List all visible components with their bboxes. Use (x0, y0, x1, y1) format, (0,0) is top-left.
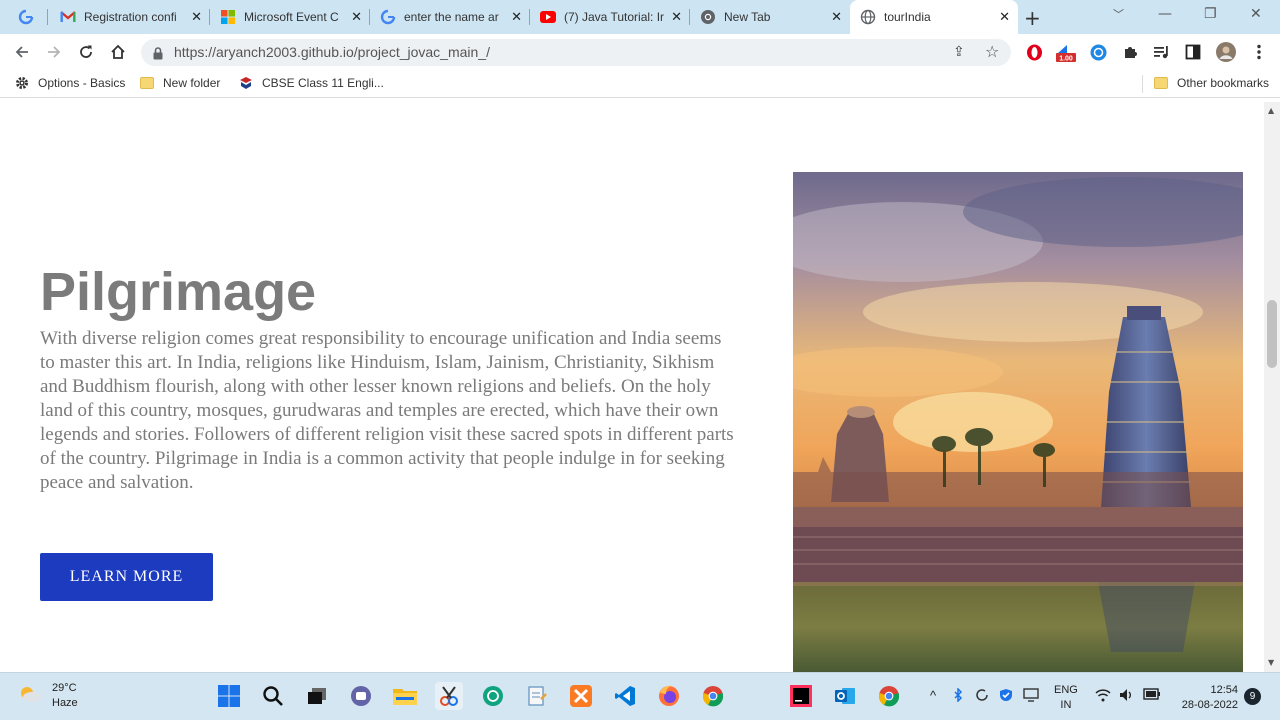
start-icon[interactable] (215, 682, 243, 710)
back-arrow-icon[interactable] (10, 40, 34, 64)
bookmark-cbse[interactable]: CBSE Class 11 Engli... (239, 76, 384, 90)
youtube-icon (540, 9, 556, 25)
system-clock[interactable]: 12:54 28-08-2022 (1172, 683, 1238, 713)
language-indicator[interactable]: ENG IN (1054, 683, 1078, 713)
microsoft-icon (220, 9, 236, 25)
address-bar[interactable]: https://aryanch2003.github.io/project_jo… (141, 39, 1011, 66)
minimize-icon[interactable]: — (1158, 6, 1172, 22)
chatgpt-icon[interactable] (479, 682, 507, 710)
profile-avatar-icon[interactable] (1216, 42, 1236, 62)
tab-search-chevron-icon[interactable]: ﹀ (1113, 6, 1124, 22)
page-scrollbar[interactable]: ▲ ▼ (1264, 102, 1280, 672)
side-panel-icon[interactable] (1184, 43, 1202, 61)
chrome-profile-icon[interactable] (875, 682, 903, 710)
bookmark-other-bookmarks[interactable]: Other bookmarks (1154, 76, 1269, 90)
close-icon[interactable]: ✕ (351, 9, 362, 25)
menu-dots-icon[interactable] (1250, 43, 1268, 61)
gear-icon (15, 76, 29, 90)
firefox-icon[interactable] (655, 682, 683, 710)
folder-icon (140, 76, 154, 90)
blue-extension-icon[interactable] (1089, 43, 1107, 61)
scrollbar-thumb[interactable] (1267, 300, 1277, 368)
close-icon[interactable]: ✕ (191, 9, 202, 25)
search-icon[interactable] (259, 682, 287, 710)
chrome-icon[interactable] (699, 682, 727, 710)
folder-icon (1154, 76, 1168, 90)
bookmark-options-basics[interactable]: Options - Basics (15, 76, 125, 90)
tab-google-search[interactable]: enter the name ar ✕ (370, 0, 530, 34)
volume-icon[interactable] (1119, 688, 1135, 705)
learn-more-button[interactable]: LEARN MORE (40, 553, 213, 601)
page-content: Pilgrimage With diverse religion comes g… (0, 102, 1264, 672)
playlist-icon[interactable] (1152, 43, 1170, 61)
browser-toolbar: https://aryanch2003.github.io/project_jo… (0, 34, 1280, 70)
haze-weather-icon (18, 684, 42, 709)
xampp-icon[interactable] (567, 682, 595, 710)
google-icon (18, 9, 34, 25)
intellij-icon[interactable] (787, 682, 815, 710)
lock-icon[interactable] (153, 45, 163, 64)
bookmarks-bar: Options - Basics New folder CBSE Class 1… (0, 70, 1280, 98)
outlook-icon[interactable] (831, 682, 859, 710)
weather-widget[interactable]: 29°C Haze (18, 681, 78, 711)
windows-taskbar: 29°C Haze ^ ENG IN 12:54 28-08-2022 9 (0, 672, 1280, 720)
chevron-up-icon[interactable]: ^ (930, 688, 936, 703)
notepad-icon[interactable] (523, 682, 551, 710)
google-icon (380, 9, 396, 25)
tab-youtube[interactable]: (7) Java Tutorial: Ir ✕ (530, 0, 690, 34)
share-icon[interactable]: ⇪ (953, 44, 965, 60)
wifi-icon[interactable] (1095, 688, 1111, 705)
forward-arrow-icon[interactable] (42, 40, 66, 64)
teams-chat-icon[interactable] (347, 682, 375, 710)
bookmark-star-icon[interactable]: ☆ (985, 42, 999, 61)
puzzle-icon[interactable] (1121, 43, 1139, 61)
notification-badge[interactable]: 9 (1244, 688, 1261, 705)
close-icon[interactable]: ✕ (671, 9, 682, 25)
reload-icon[interactable] (74, 40, 98, 64)
close-icon[interactable]: ✕ (831, 9, 842, 25)
tab-new-tab[interactable]: New Tab ✕ (690, 0, 850, 34)
tab-tourindia[interactable]: tourIndia ✕ (850, 0, 1018, 34)
chrome-icon (700, 9, 716, 25)
file-explorer-icon[interactable] (391, 682, 419, 710)
section-heading: Pilgrimage (40, 262, 317, 322)
section-description: With diverse religion comes great respon… (40, 328, 734, 493)
temple-photo (793, 172, 1243, 672)
gmail-icon (60, 9, 76, 25)
display-icon[interactable] (1023, 688, 1039, 705)
bluetooth-icon[interactable] (953, 687, 963, 705)
snipping-tool-icon[interactable] (435, 682, 463, 710)
restore-icon[interactable]: ❐ (1204, 6, 1217, 22)
close-icon[interactable]: ✕ (999, 9, 1010, 25)
scroll-up-icon[interactable]: ▲ (1268, 106, 1274, 115)
book-icon (239, 76, 253, 90)
tab-google[interactable] (8, 0, 48, 34)
vscode-icon[interactable] (611, 682, 639, 710)
new-tab-plus-icon[interactable]: + (1024, 6, 1041, 30)
window-close-icon[interactable]: ✕ (1250, 6, 1262, 22)
globe-icon (860, 9, 876, 25)
tab-gmail[interactable]: Registration confi ✕ (50, 0, 210, 34)
speed-extension-icon[interactable]: 1.00 (1055, 43, 1077, 63)
home-icon[interactable] (106, 40, 130, 64)
sync-icon[interactable] (975, 688, 989, 705)
close-icon[interactable]: ✕ (511, 9, 522, 25)
battery-icon[interactable] (1143, 688, 1161, 703)
scroll-down-icon[interactable]: ▼ (1268, 658, 1274, 667)
opera-icon[interactable] (1025, 43, 1043, 61)
tab-microsoft[interactable]: Microsoft Event C ✕ (210, 0, 370, 34)
svg-text:1.00: 1.00 (1059, 56, 1073, 63)
bookmark-new-folder[interactable]: New folder (140, 76, 220, 90)
task-view-icon[interactable] (303, 682, 331, 710)
security-shield-icon[interactable] (999, 688, 1013, 705)
tab-strip: Registration confi ✕ Microsoft Event C ✕… (0, 0, 1280, 34)
url-text[interactable]: https://aryanch2003.github.io/project_jo… (174, 44, 490, 60)
